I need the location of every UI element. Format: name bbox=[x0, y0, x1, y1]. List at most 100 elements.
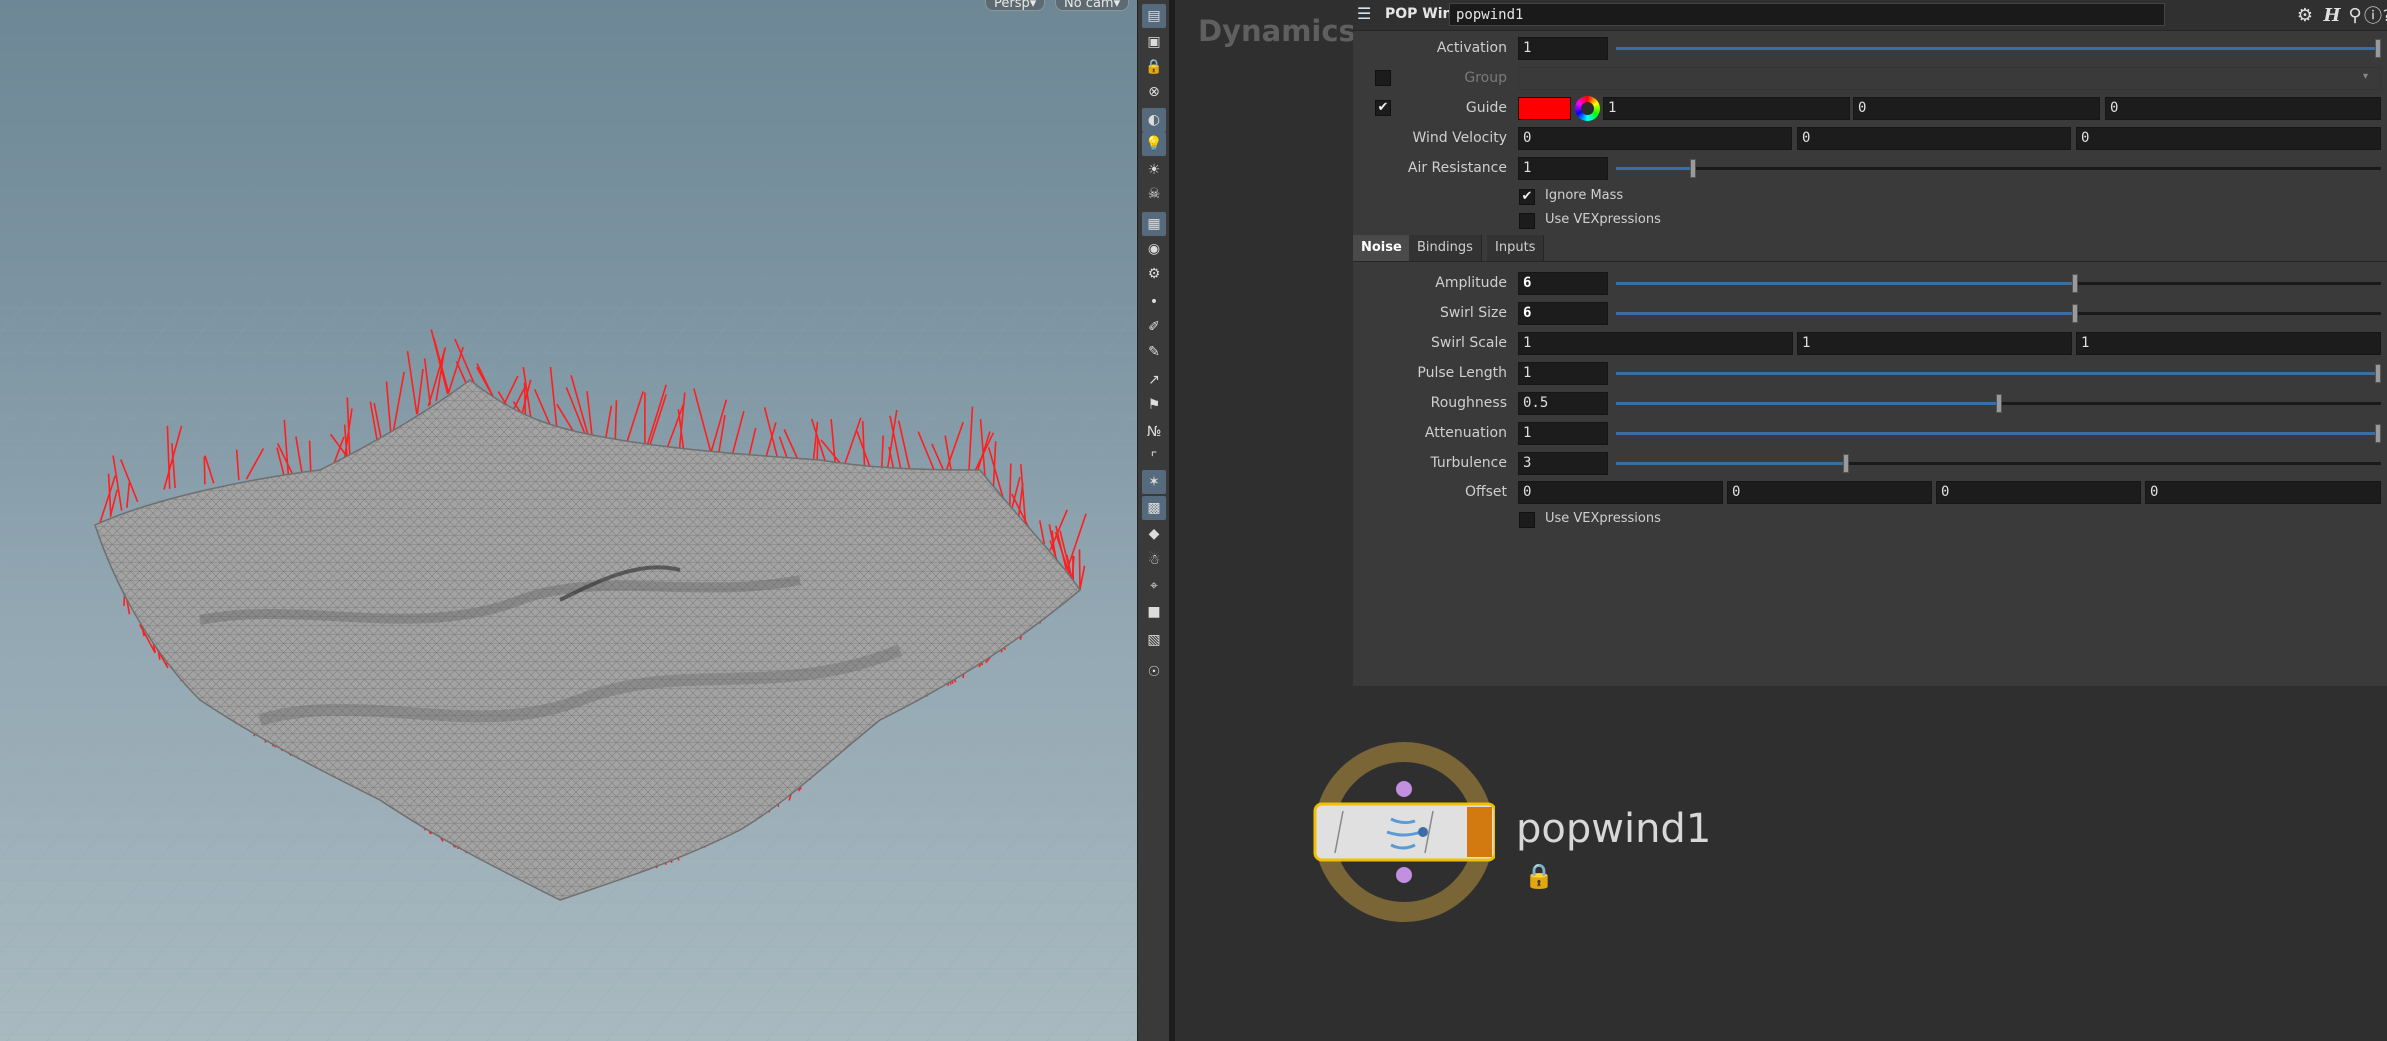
light-icon[interactable]: 💡 bbox=[1142, 132, 1166, 156]
parameter-editor: ☰ POP Wind popwind1 ⚙ H ⚲ ⓘ ? Activation… bbox=[1353, 0, 2387, 686]
group-enable-checkbox[interactable] bbox=[1375, 70, 1391, 86]
background-icon[interactable]: ▧ bbox=[1142, 628, 1166, 652]
guide-value-1[interactable]: 1 bbox=[1603, 97, 1850, 120]
wind-velocity-y[interactable]: 0 bbox=[1797, 127, 2071, 150]
color-wheel-icon[interactable] bbox=[1575, 96, 1600, 121]
wind-velocity-label: Wind Velocity bbox=[1412, 130, 1507, 146]
guide-enable-checkbox[interactable]: ✔ bbox=[1375, 100, 1391, 116]
offset-c[interactable]: 0 bbox=[1936, 481, 2141, 504]
brush-icon[interactable]: ✐ bbox=[1142, 315, 1166, 339]
lock-icon[interactable]: 🔒 bbox=[1142, 55, 1166, 79]
pulse-length-field[interactable]: 1 bbox=[1518, 362, 1608, 385]
wind-op-icon[interactable]: ☰ bbox=[1357, 4, 1379, 26]
lightbulb-guide-icon[interactable]: ☉ bbox=[1142, 660, 1166, 684]
network-context-label: Dynamics bbox=[1198, 14, 1356, 48]
amplitude-label: Amplitude bbox=[1435, 275, 1507, 291]
swirl-scale-x[interactable]: 1 bbox=[1518, 332, 1793, 355]
gear-icon[interactable]: ⚙ bbox=[2293, 3, 2317, 27]
skull-icon[interactable]: ☠ bbox=[1142, 182, 1166, 206]
ghost-icon[interactable]: ⊗ bbox=[1142, 80, 1166, 104]
swirl-size-label: Swirl Size bbox=[1439, 305, 1507, 321]
cam-menu[interactable]: No cam▾ bbox=[1055, 0, 1130, 11]
box-icon[interactable]: ▣ bbox=[1142, 30, 1166, 54]
wire-icon[interactable]: ✶ bbox=[1142, 470, 1166, 494]
camera-tools-icon[interactable]: ⚙ bbox=[1142, 262, 1166, 286]
wind-velocity-x[interactable]: 0 bbox=[1518, 127, 1792, 150]
swirl-scale-row: Swirl Scale 1 1 1 bbox=[1353, 330, 2387, 356]
wind-guide-line bbox=[614, 400, 618, 440]
light-bulb-icon[interactable]: ☀ bbox=[1142, 158, 1166, 182]
turbulence-row: Turbulence 3 bbox=[1353, 450, 2387, 476]
guide-row: ✔ Guide 1 0 0 bbox=[1353, 95, 2387, 121]
pulse-length-label: Pulse Length bbox=[1417, 365, 1507, 381]
amplitude-field[interactable]: 6 bbox=[1518, 272, 1608, 295]
houdini-help-icon[interactable]: H bbox=[2320, 3, 2344, 27]
swirl-scale-y[interactable]: 1 bbox=[1797, 332, 2072, 355]
camera-icon[interactable]: ◉ bbox=[1142, 237, 1166, 261]
display-icon[interactable]: ▦ bbox=[1142, 212, 1166, 236]
amplitude-slider[interactable] bbox=[1616, 274, 2381, 293]
group-field[interactable] bbox=[1518, 67, 2381, 90]
swirl-size-field[interactable]: 6 bbox=[1518, 302, 1608, 325]
group-dropdown-icon[interactable]: ▾ bbox=[2363, 71, 2368, 82]
attenuation-row: Attenuation 1 bbox=[1353, 420, 2387, 446]
help-icon[interactable]: ? bbox=[2375, 3, 2387, 27]
turbulence-label: Turbulence bbox=[1430, 455, 1507, 471]
guide-color-swatch[interactable] bbox=[1518, 97, 1571, 120]
roughness-field[interactable]: 0.5 bbox=[1518, 392, 1608, 415]
label-12-icon[interactable]: № bbox=[1142, 420, 1166, 444]
activation-field[interactable]: 1 bbox=[1518, 37, 1608, 60]
axis-icon[interactable]: ⌖ bbox=[1142, 574, 1166, 598]
use-vexpressions-label: Use VEXpressions bbox=[1545, 212, 1661, 227]
texture-icon[interactable]: ▩ bbox=[1142, 496, 1166, 520]
activation-label: Activation bbox=[1436, 40, 1507, 56]
air-resistance-slider[interactable] bbox=[1616, 159, 2381, 178]
offset-b[interactable]: 0 bbox=[1727, 481, 1932, 504]
vector-12-icon[interactable]: ↗ bbox=[1142, 368, 1166, 392]
tab-bindings[interactable]: Bindings bbox=[1409, 235, 1482, 261]
activation-slider[interactable] bbox=[1616, 39, 2381, 58]
roughness-slider[interactable] bbox=[1616, 394, 2381, 413]
param-header: ☰ POP Wind popwind1 ⚙ H ⚲ ⓘ ? bbox=[1353, 0, 2387, 31]
flag-icon[interactable]: ⚑ bbox=[1142, 393, 1166, 417]
pulse-length-slider[interactable] bbox=[1616, 364, 2381, 383]
pen-icon[interactable]: ✎ bbox=[1142, 340, 1166, 364]
attenuation-field[interactable]: 1 bbox=[1518, 422, 1608, 445]
tab-inputs[interactable]: Inputs bbox=[1487, 235, 1545, 261]
swirl-size-slider[interactable] bbox=[1616, 304, 2381, 323]
swirl-scale-z[interactable]: 1 bbox=[2076, 332, 2381, 355]
viewport-scene bbox=[0, 300, 1137, 1041]
roughness-label: Roughness bbox=[1430, 395, 1507, 411]
wind-velocity-z[interactable]: 0 bbox=[2076, 127, 2381, 150]
monkey-icon[interactable]: ☃ bbox=[1142, 548, 1166, 572]
node-name-label: popwind1 bbox=[1516, 806, 1712, 852]
cube-icon[interactable]: ■ bbox=[1142, 600, 1166, 624]
air-resistance-field[interactable]: 1 bbox=[1518, 157, 1608, 180]
corner-icon[interactable]: ⌜ bbox=[1142, 446, 1166, 470]
point-icon[interactable]: • bbox=[1142, 290, 1166, 314]
turbulence-field[interactable]: 3 bbox=[1518, 452, 1608, 475]
swirl-scale-label: Swirl Scale bbox=[1431, 335, 1507, 351]
ignore-mass-checkbox[interactable]: ✔ bbox=[1519, 189, 1535, 205]
selection-icon[interactable]: ▤ bbox=[1142, 4, 1166, 28]
use-vexpressions-checkbox[interactable] bbox=[1519, 213, 1535, 229]
popwind-node[interactable] bbox=[1313, 741, 1495, 923]
camera-menu[interactable]: Persp▾ bbox=[985, 0, 1046, 11]
attenuation-slider[interactable] bbox=[1616, 424, 2381, 443]
op-name-field[interactable]: popwind1 bbox=[1449, 3, 2165, 26]
air-resistance-row: Air Resistance 1 bbox=[1353, 155, 2387, 181]
guide-value-2[interactable]: 0 bbox=[1853, 97, 2100, 120]
offset-d[interactable]: 0 bbox=[2145, 481, 2381, 504]
scene-viewport[interactable]: Persp▾ No cam▾ bbox=[0, 0, 1137, 1041]
guide-value-3[interactable]: 0 bbox=[2105, 97, 2381, 120]
use-vexpressions-noise-checkbox[interactable] bbox=[1519, 512, 1535, 528]
lock-icon[interactable]: 🔒 bbox=[1524, 862, 1554, 890]
wind-guide-line bbox=[1078, 549, 1081, 591]
shading-icon[interactable]: ◐ bbox=[1142, 108, 1166, 132]
tab-noise[interactable]: Noise bbox=[1353, 235, 1411, 261]
turbulence-slider[interactable] bbox=[1616, 454, 2381, 473]
offset-a[interactable]: 0 bbox=[1518, 481, 1723, 504]
diamond-icon[interactable]: ◆ bbox=[1142, 522, 1166, 546]
attenuation-label: Attenuation bbox=[1424, 425, 1507, 441]
pulse-length-row: Pulse Length 1 bbox=[1353, 360, 2387, 386]
